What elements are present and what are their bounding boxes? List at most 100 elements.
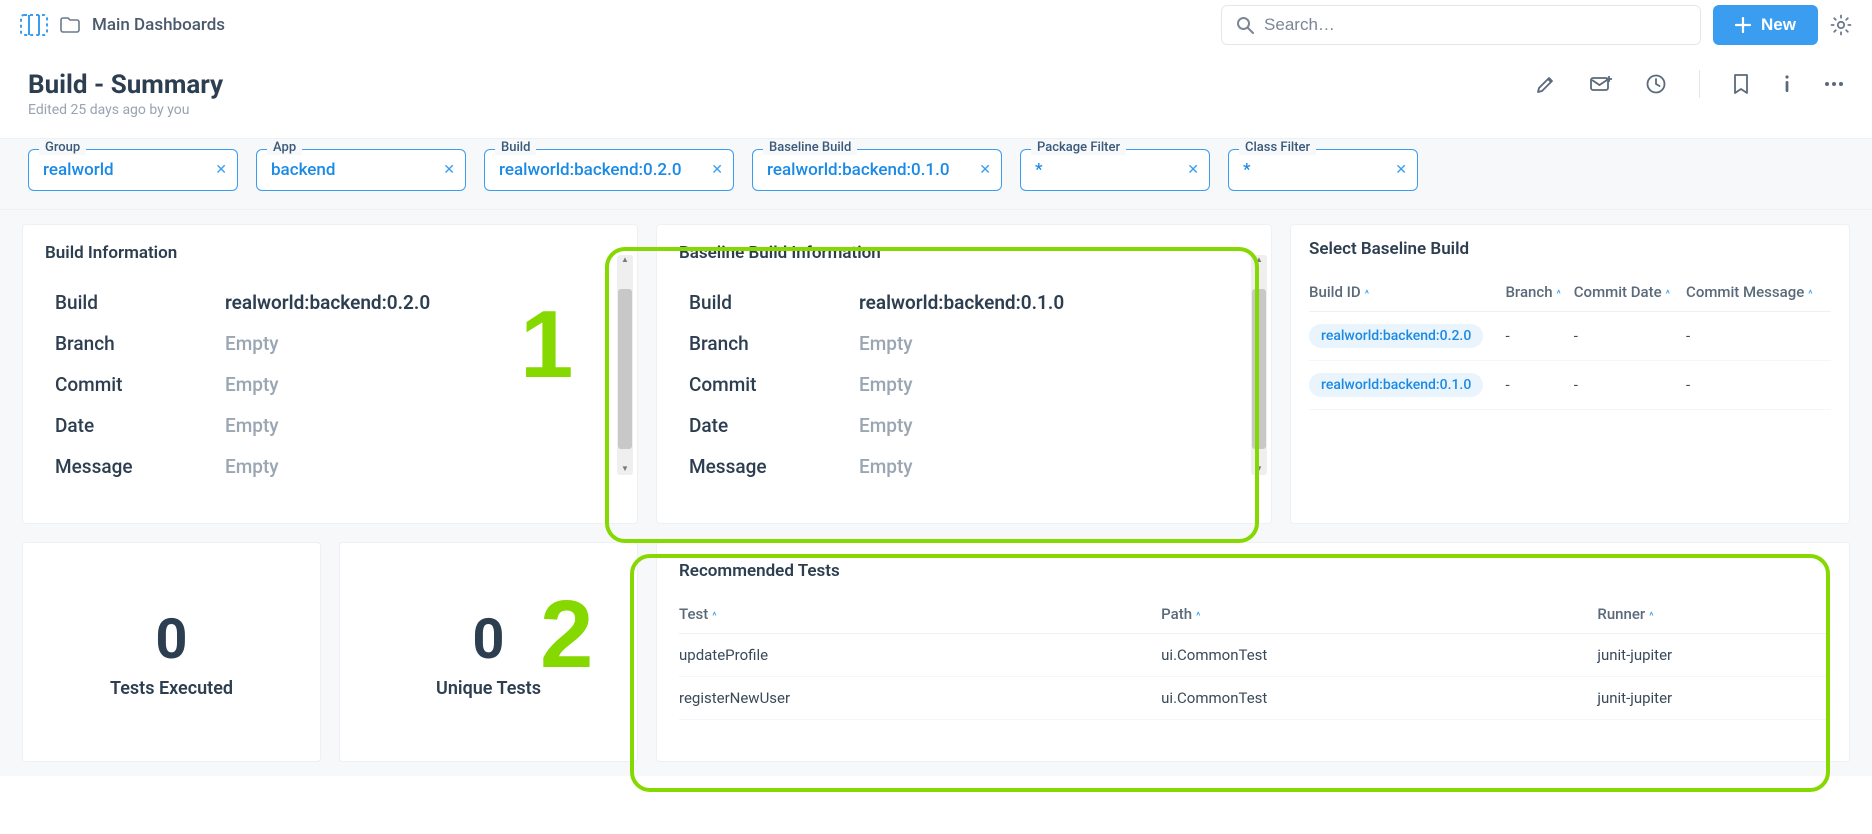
panel-title: Recommended Tests [679, 561, 1827, 581]
table-row[interactable]: realworld:backend:0.1.0 - - - [1309, 361, 1831, 410]
scroll-down-icon[interactable]: ▼ [621, 464, 629, 473]
scrollbar[interactable]: ▲ ▼ [617, 255, 633, 475]
info-icon[interactable] [1782, 73, 1792, 95]
page-subtitle: Edited 25 days ago by you [28, 102, 223, 118]
stat-panels: 0 Tests Executed 0 Unique Tests [22, 542, 638, 762]
info-key: Commit [55, 373, 215, 396]
filter-value: * [1243, 160, 1251, 180]
panel-title: Build Information [45, 243, 615, 263]
info-val: Empty [225, 332, 615, 355]
edit-pencil-icon[interactable] [1535, 73, 1557, 95]
scroll-thumb[interactable] [618, 289, 632, 449]
more-dots-icon[interactable] [1824, 81, 1844, 87]
cell: registerNewUser [679, 677, 1161, 720]
cell: - [1505, 361, 1573, 410]
stat-number: 0 [155, 606, 187, 672]
folder-icon [60, 16, 80, 34]
clear-icon[interactable]: ✕ [711, 162, 723, 178]
baseline-build-info-panel: Baseline Build Information Build realwor… [656, 224, 1272, 524]
info-val: Empty [225, 373, 615, 396]
scrollbar[interactable]: ▲ ▼ [1251, 255, 1267, 475]
stat-label: Unique Tests [436, 678, 541, 699]
col-branch[interactable]: Branch^ [1505, 273, 1573, 312]
col-build-id[interactable]: Build ID^ [1309, 273, 1505, 312]
search-icon [1236, 16, 1254, 34]
app-logo-icon [20, 12, 48, 38]
filter-build[interactable]: Build realworld:backend:0.2.0 ✕ [484, 149, 734, 191]
select-baseline-panel: Select Baseline Build Build ID^ Branch^ … [1290, 224, 1850, 524]
cell: updateProfile [679, 634, 1161, 677]
search-box[interactable] [1221, 5, 1701, 45]
info-val: Empty [859, 332, 1249, 355]
filter-label: Package Filter [1031, 140, 1126, 155]
clear-icon[interactable]: ✕ [215, 162, 227, 178]
sort-caret-icon: ^ [1649, 611, 1653, 622]
table-row[interactable]: registerNewUser ui.CommonTest junit-jupi… [679, 677, 1827, 720]
info-key: Build [55, 291, 215, 314]
info-key: Branch [55, 332, 215, 355]
info-key: Date [689, 414, 849, 437]
scroll-thumb[interactable] [1252, 289, 1266, 449]
clock-icon[interactable] [1645, 73, 1667, 95]
build-pill[interactable]: realworld:backend:0.1.0 [1309, 373, 1483, 397]
breadcrumb[interactable]: Main Dashboards [92, 15, 225, 35]
sort-caret-icon: ^ [712, 611, 716, 622]
cell: junit-jupiter [1597, 677, 1827, 720]
settings-gear-icon[interactable] [1830, 14, 1852, 36]
col-commit-date[interactable]: Commit Date^ [1574, 273, 1686, 312]
info-val: Empty [859, 414, 1249, 437]
filter-class[interactable]: Class Filter * ✕ [1228, 149, 1418, 191]
col-runner[interactable]: Runner^ [1597, 595, 1827, 634]
info-val: Empty [859, 455, 1249, 478]
stat-tests-executed: 0 Tests Executed [22, 542, 321, 762]
stat-label: Tests Executed [110, 678, 233, 699]
cell: ui.CommonTest [1161, 677, 1597, 720]
clear-icon[interactable]: ✕ [979, 162, 991, 178]
recommended-tests-panel: Recommended Tests Test^ Path^ Runner^ up… [656, 542, 1850, 762]
bookmark-icon[interactable] [1732, 73, 1750, 95]
scroll-up-icon[interactable]: ▲ [1255, 255, 1263, 264]
new-button-label: New [1761, 15, 1796, 35]
col-path[interactable]: Path^ [1161, 595, 1597, 634]
clear-icon[interactable]: ✕ [1187, 162, 1199, 178]
search-input[interactable] [1264, 15, 1686, 35]
clear-icon[interactable]: ✕ [443, 162, 455, 178]
table-row[interactable]: updateProfile ui.CommonTest junit-jupite… [679, 634, 1827, 677]
filter-label: Class Filter [1239, 140, 1316, 155]
stat-number: 0 [472, 606, 504, 672]
filter-label: Baseline Build [763, 140, 857, 155]
sort-caret-icon: ^ [1365, 289, 1369, 300]
filter-value: realworld [43, 160, 114, 180]
plus-icon [1735, 17, 1751, 33]
filter-label: Build [495, 140, 536, 155]
filter-package[interactable]: Package Filter * ✕ [1020, 149, 1210, 191]
info-val: Empty [859, 373, 1249, 396]
cell: junit-jupiter [1597, 634, 1827, 677]
filter-baseline-build[interactable]: Baseline Build realworld:backend:0.1.0 ✕ [752, 149, 1002, 191]
sort-caret-icon: ^ [1557, 289, 1561, 300]
filter-group[interactable]: Group realworld ✕ [28, 149, 238, 191]
cell: - [1686, 361, 1831, 410]
col-commit-message[interactable]: Commit Message^ [1686, 273, 1831, 312]
mail-plus-icon[interactable] [1589, 73, 1613, 95]
filter-value: * [1035, 160, 1043, 180]
topbar: Main Dashboards New [0, 0, 1872, 50]
filter-label: Group [39, 140, 86, 155]
info-key: Message [689, 455, 849, 478]
info-key: Commit [689, 373, 849, 396]
filter-app[interactable]: App backend ✕ [256, 149, 466, 191]
scroll-down-icon[interactable]: ▼ [1255, 464, 1263, 473]
info-key: Branch [689, 332, 849, 355]
scroll-up-icon[interactable]: ▲ [621, 255, 629, 264]
table-row[interactable]: realworld:backend:0.2.0 - - - [1309, 312, 1831, 361]
new-button[interactable]: New [1713, 5, 1818, 45]
cell: - [1686, 312, 1831, 361]
build-info-panel: Build Information Build realworld:backen… [22, 224, 638, 524]
filter-bar: Group realworld ✕ App backend ✕ Build re… [0, 138, 1872, 210]
col-test[interactable]: Test^ [679, 595, 1161, 634]
build-pill[interactable]: realworld:backend:0.2.0 [1309, 324, 1483, 348]
clear-icon[interactable]: ✕ [1395, 162, 1407, 178]
info-key: Message [55, 455, 215, 478]
filter-value: backend [271, 160, 335, 180]
cell: - [1574, 361, 1686, 410]
